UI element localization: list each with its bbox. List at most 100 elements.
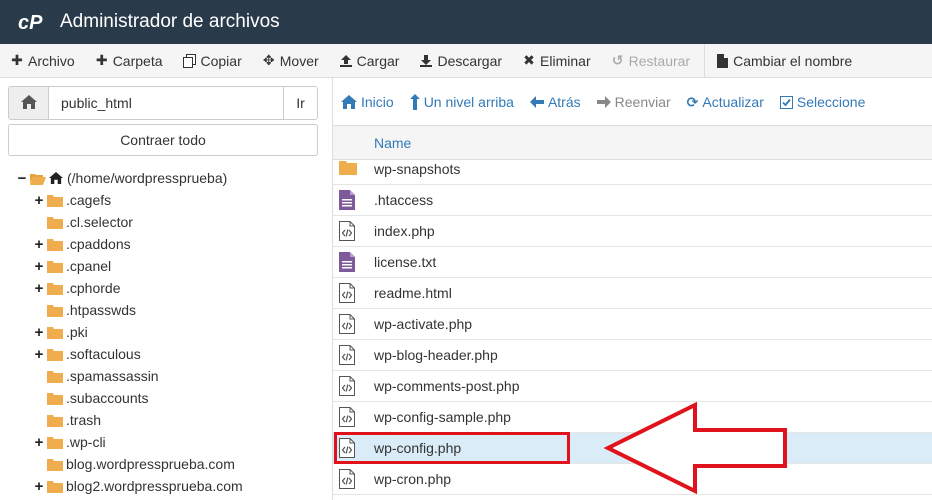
undo-icon: ↺: [611, 52, 624, 68]
tree-item-cpanel[interactable]: + .cpanel: [34, 255, 112, 277]
tree-item-pki[interactable]: + .pki: [34, 321, 88, 343]
folder-icon: [47, 458, 63, 471]
code-file-icon: [339, 407, 355, 427]
upload-button[interactable]: Cargar: [329, 44, 410, 78]
file-name: wp-blog-header.php: [374, 347, 498, 363]
select-all-button[interactable]: Seleccione: [772, 94, 874, 110]
file-row[interactable]: wp-comments-post.php: [333, 371, 932, 402]
file-name: wp-comments-post.php: [374, 378, 520, 394]
file-name: wp-config-sample.php: [374, 409, 511, 425]
move-button[interactable]: ✥ Mover: [252, 44, 329, 78]
plus-icon: ✚: [11, 52, 23, 68]
folder-icon: [47, 216, 63, 229]
tree-item-label: .cphorde: [66, 280, 121, 296]
tree-item-blog[interactable]: blog.wordpressprueba.com: [34, 453, 235, 475]
file-row[interactable]: wp-activate.php: [333, 309, 932, 340]
file-row[interactable]: .htaccess: [333, 185, 932, 216]
tree-item-cl-selector[interactable]: .cl.selector: [34, 211, 133, 233]
code-file-icon: [339, 376, 355, 396]
sidebar: Ir Contraer todo − (/home/wordpressprueb…: [0, 78, 332, 500]
tree-item-cphorde[interactable]: + .cphorde: [34, 277, 121, 299]
refresh-icon: ⟳: [686, 93, 699, 110]
download-button[interactable]: Descargar: [409, 44, 512, 78]
tree-item-label: .trash: [66, 412, 102, 428]
folder-icon: [47, 282, 63, 295]
home-icon: [20, 94, 37, 112]
home-icon: [341, 95, 357, 109]
tree-item-label: .subaccounts: [66, 390, 149, 406]
file-row[interactable]: wp-snapshots: [333, 154, 932, 185]
file-row[interactable]: index.php: [333, 216, 932, 247]
collapse-all-button[interactable]: Contraer todo: [8, 124, 318, 156]
app-title: Administrador de archivos: [60, 11, 280, 32]
forward-button[interactable]: Reenviar: [589, 94, 679, 110]
folder-icon: [47, 326, 63, 339]
tree-item-blog2[interactable]: + blog2.wordpressprueba.com: [34, 475, 243, 497]
tree-item-wp-cli[interactable]: + .wp-cli: [34, 431, 106, 453]
expand-toggle-icon[interactable]: +: [34, 236, 44, 253]
code-file-icon: [339, 221, 355, 241]
tree-item-subaccounts[interactable]: .subaccounts: [34, 387, 149, 409]
toolbar: ✚ Archivo ✚ Carpeta Copiar ✥ Mover Cargar D…: [0, 43, 932, 78]
path-input[interactable]: [49, 87, 283, 119]
file-name: .htaccess: [374, 192, 434, 208]
rename-button[interactable]: Cambiar el nombre: [705, 44, 862, 78]
home-button[interactable]: [9, 87, 49, 119]
path-bar: Ir: [8, 86, 318, 120]
go-button[interactable]: Ir: [283, 87, 317, 119]
app-header: cP Administrador de archivos: [0, 0, 932, 44]
level-up-icon: [409, 94, 420, 110]
expand-toggle-icon[interactable]: +: [34, 324, 44, 341]
tree-item-trash[interactable]: .trash: [34, 409, 101, 431]
new-file-button[interactable]: ✚ Archivo: [0, 44, 85, 78]
refresh-button[interactable]: ⟳ Actualizar: [679, 94, 772, 111]
copy-button[interactable]: Copiar: [173, 44, 252, 78]
restore-button[interactable]: ↺ Restaurar: [601, 44, 700, 78]
file-row[interactable]: readme.html: [333, 278, 932, 309]
expand-toggle-icon[interactable]: +: [34, 192, 44, 209]
expand-toggle-icon[interactable]: +: [34, 346, 44, 363]
tree-item-label: blog.wordpressprueba.com: [66, 456, 235, 472]
file-row[interactable]: license.txt: [333, 247, 932, 278]
tree-item-htpasswds[interactable]: .htpasswds: [34, 299, 136, 321]
tree-item-cpaddons[interactable]: + .cpaddons: [34, 233, 131, 255]
tree-item-label: .htpasswds: [66, 302, 137, 318]
collapse-toggle-icon[interactable]: −: [17, 170, 27, 187]
file-name: readme.html: [374, 285, 452, 301]
delete-button[interactable]: ✖ Eliminar: [512, 44, 601, 78]
expand-toggle-icon[interactable]: +: [34, 434, 44, 451]
plus-icon: ✚: [95, 52, 108, 68]
folder-icon: [47, 370, 63, 383]
tree-item-spamassassin[interactable]: .spamassassin: [34, 365, 159, 387]
new-folder-button[interactable]: ✚ Carpeta: [85, 44, 173, 78]
folder-open-icon: [30, 172, 46, 185]
code-file-icon: [339, 283, 355, 303]
tree-item-label: .cl.selector: [66, 214, 133, 230]
folder-icon: [47, 194, 63, 207]
arrow-right-icon: [596, 96, 611, 108]
folder-icon: [47, 480, 63, 493]
expand-toggle-icon[interactable]: +: [34, 478, 44, 495]
file-name: index.php: [374, 223, 435, 239]
back-button[interactable]: Atrás: [522, 94, 589, 110]
file-row[interactable]: wp-blog-header.php: [333, 340, 932, 371]
expand-toggle-icon[interactable]: +: [34, 258, 44, 275]
tree-item-label: .cpanel: [66, 258, 112, 274]
file-name: wp-cron.php: [374, 471, 452, 487]
file-name: wp-snapshots: [374, 161, 461, 177]
up-one-level-button[interactable]: Un nivel arriba: [402, 94, 522, 110]
tree-item-root[interactable]: − (/home/wordpressprueba): [17, 167, 228, 189]
expand-toggle-icon[interactable]: +: [34, 280, 44, 297]
folder-icon: [47, 304, 63, 317]
home-nav-button[interactable]: Inicio: [333, 94, 402, 110]
tree-item-label: .softaculous: [66, 346, 141, 362]
folder-icon: [47, 392, 63, 405]
folder-icon: [47, 348, 63, 361]
column-header-name[interactable]: Name: [374, 135, 411, 151]
tree-item-softaculous[interactable]: + .softaculous: [34, 343, 141, 365]
tree-item-label: .spamassassin: [66, 368, 159, 384]
tree-item-cagefs[interactable]: + .cagefs: [34, 189, 112, 211]
close-icon: ✖: [523, 52, 535, 68]
tree-item-label: (/home/wordpressprueba): [67, 170, 228, 186]
folder-icon: [47, 414, 63, 427]
